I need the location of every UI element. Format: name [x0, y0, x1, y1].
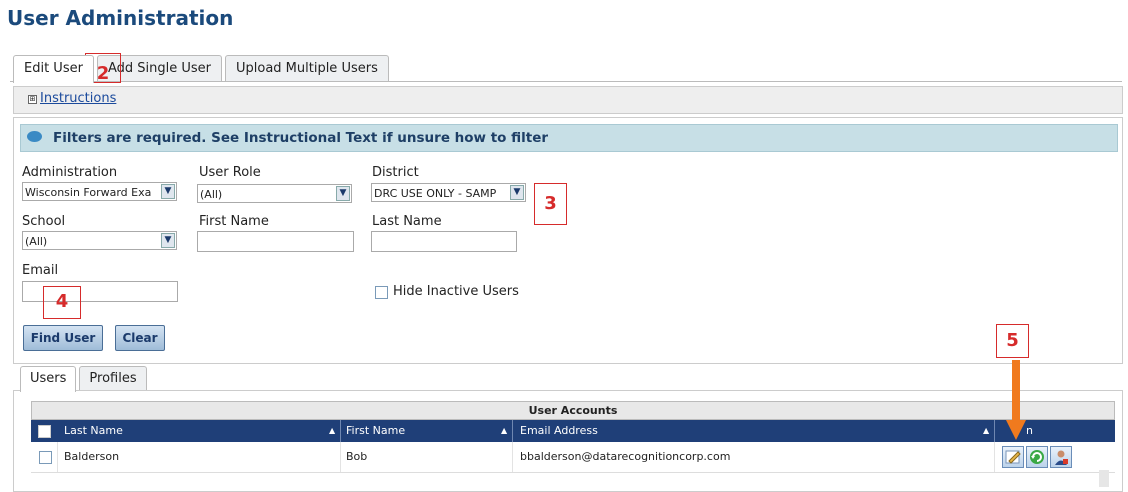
column-header-email[interactable]: Email Address: [520, 420, 598, 442]
clear-button[interactable]: Clear: [115, 325, 165, 351]
grid-header: Last Name ▲ First Name ▲ Email Address ▲…: [31, 420, 1115, 442]
column-divider: [994, 420, 995, 442]
main-tabs: Edit User Add Single User Upload Multipl…: [13, 55, 392, 83]
school-value: (All): [25, 235, 48, 248]
column-header-first-name[interactable]: First Name: [346, 420, 405, 442]
hide-inactive-checkbox[interactable]: [375, 286, 388, 299]
cell-last-name: Balderson: [64, 450, 120, 463]
administration-label: Administration: [22, 165, 118, 180]
row-checkbox[interactable]: [39, 451, 52, 464]
administration-value: Wisconsin Forward Exa: [25, 186, 152, 199]
last-name-label: Last Name: [372, 214, 442, 229]
school-label: School: [22, 214, 66, 229]
filter-banner-text: Filters are required. See Instructional …: [53, 130, 549, 146]
user-accounts-grid: User Accounts Last Name ▲ First Name ▲ E…: [31, 401, 1115, 473]
chevron-down-icon: ▼: [161, 233, 175, 248]
refresh-icon[interactable]: [1026, 446, 1048, 468]
sort-asc-icon[interactable]: ▲: [329, 420, 335, 442]
instructions-bar: ⊞ Instructions: [13, 86, 1123, 114]
tab-upload-multiple-users[interactable]: Upload Multiple Users: [224, 55, 389, 82]
column-divider: [57, 442, 58, 472]
column-divider: [512, 442, 513, 472]
cell-first-name: Bob: [346, 450, 368, 463]
district-label: District: [372, 165, 419, 180]
filter-panel: Filters are required. See Instructional …: [13, 117, 1123, 364]
tab-users[interactable]: Users: [20, 366, 77, 392]
tab-panel-border: [10, 81, 1122, 82]
chevron-down-icon: ▼: [336, 186, 350, 201]
district-select[interactable]: DRC USE ONLY - SAMP ▼: [371, 183, 526, 202]
sort-asc-icon[interactable]: ▲: [501, 420, 507, 442]
cell-email: bbalderson@datarecognitioncorp.com: [520, 450, 731, 463]
page-title: User Administration: [7, 6, 234, 30]
user-role-label: User Role: [199, 165, 261, 180]
expand-icon[interactable]: ⊞: [28, 95, 37, 104]
results-tabs: Users Profiles: [20, 366, 150, 392]
users-panel: User Accounts Last Name ▲ First Name ▲ E…: [13, 390, 1123, 492]
select-all-checkbox[interactable]: [38, 425, 51, 438]
school-select[interactable]: (All) ▼: [22, 231, 177, 250]
table-row: Balderson Bob bbalderson@datarecognition…: [31, 442, 1115, 473]
instructions-link[interactable]: Instructions: [40, 91, 116, 106]
user-role-value: (All): [200, 188, 223, 201]
district-value: DRC USE ONLY - SAMP: [374, 187, 497, 200]
hide-inactive-label: Hide Inactive Users: [393, 284, 519, 299]
chevron-down-icon: ▼: [510, 185, 524, 200]
filter-banner: Filters are required. See Instructional …: [20, 124, 1118, 152]
marker-5: 5: [996, 324, 1029, 358]
tab-profiles[interactable]: Profiles: [79, 366, 147, 391]
orange-arrow-icon: [1006, 360, 1026, 440]
grid-scrollbar[interactable]: [1099, 470, 1109, 487]
column-divider: [512, 420, 513, 442]
column-divider: [340, 420, 341, 442]
last-name-input[interactable]: [371, 231, 517, 252]
column-header-action: n: [1026, 424, 1033, 437]
email-label: Email: [22, 263, 59, 278]
speech-bubble-icon: [27, 131, 42, 142]
first-name-input[interactable]: [197, 231, 354, 252]
user-profile-icon[interactable]: [1050, 446, 1072, 468]
user-administration-page: User Administration Edit User Add Single…: [0, 0, 1128, 492]
first-name-label: First Name: [199, 214, 269, 229]
chevron-down-icon: ▼: [161, 184, 175, 199]
find-user-button[interactable]: Find User: [23, 325, 103, 351]
marker-4: 4: [43, 286, 81, 319]
column-divider: [994, 442, 995, 472]
column-divider: [340, 442, 341, 472]
user-role-select[interactable]: (All) ▼: [197, 184, 352, 203]
column-header-last-name[interactable]: Last Name: [64, 420, 123, 442]
tab-edit-user[interactable]: Edit User: [13, 55, 94, 83]
grid-title: User Accounts: [31, 401, 1115, 420]
sort-asc-icon[interactable]: ▲: [983, 420, 989, 442]
marker-3: 3: [534, 183, 567, 225]
edit-icon[interactable]: [1002, 446, 1024, 468]
administration-select[interactable]: Wisconsin Forward Exa ▼: [22, 182, 177, 201]
